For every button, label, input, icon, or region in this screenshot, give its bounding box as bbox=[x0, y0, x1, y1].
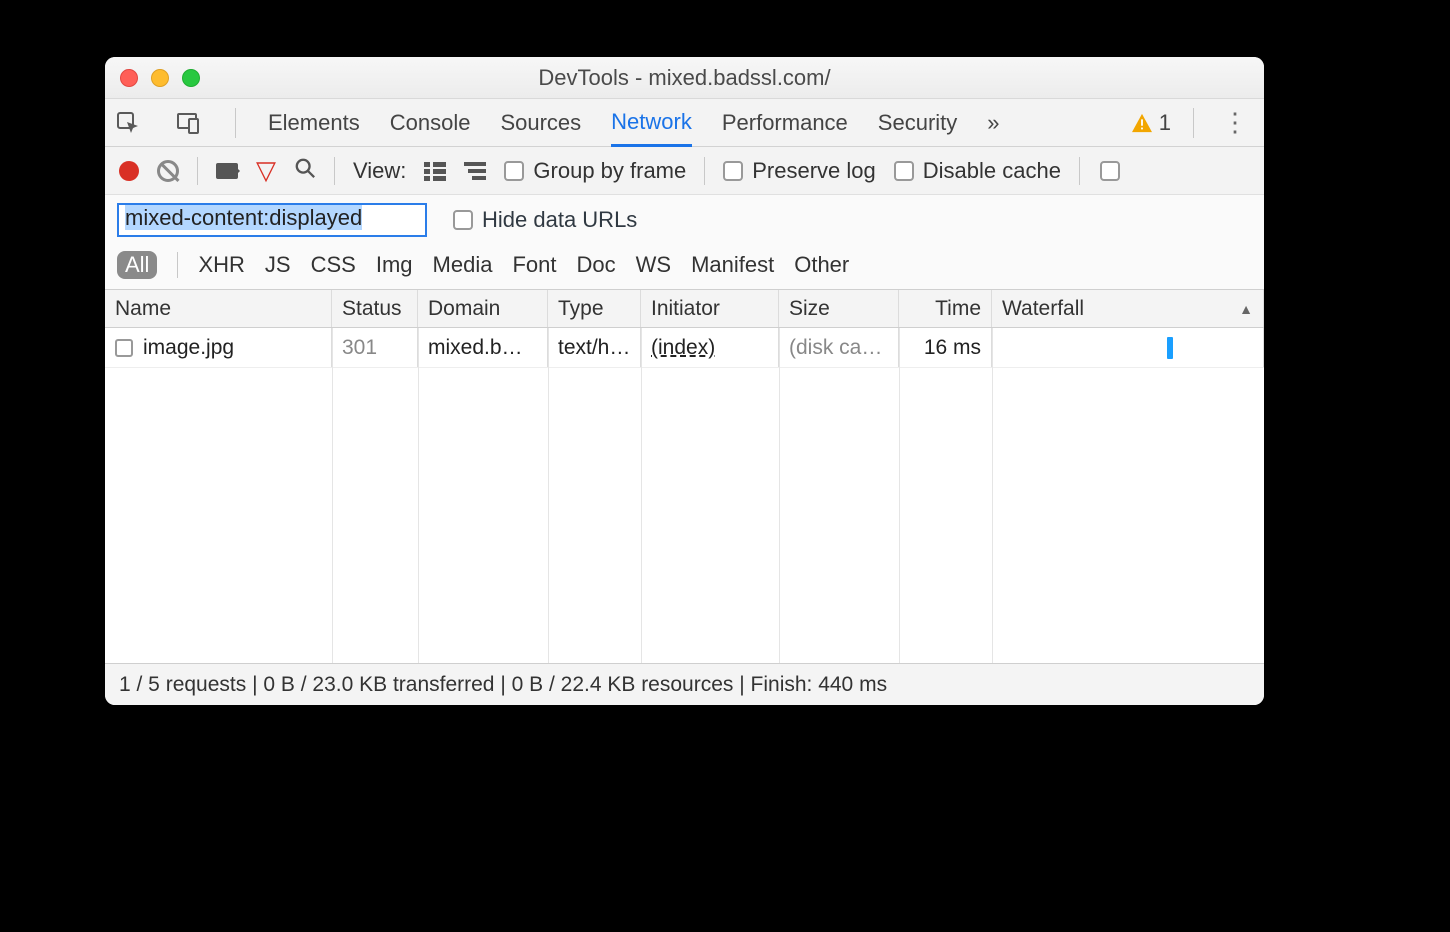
file-icon bbox=[115, 339, 133, 357]
offline-checkbox[interactable] bbox=[1100, 161, 1120, 181]
window-controls bbox=[105, 69, 200, 87]
filter-value: mixed-content:displayed bbox=[125, 205, 362, 230]
network-toolbar: ▽ View: Group by frame Preserve log Disa… bbox=[105, 147, 1264, 195]
warning-icon bbox=[1131, 113, 1153, 133]
window-titlebar: DevTools - mixed.badssl.com/ bbox=[105, 57, 1264, 99]
panel-tab-bar: Elements Console Sources Network Perform… bbox=[105, 99, 1264, 147]
filter-img[interactable]: Img bbox=[376, 252, 413, 278]
col-initiator-header[interactable]: Initiator bbox=[641, 290, 779, 327]
search-icon[interactable] bbox=[294, 157, 316, 185]
filter-input[interactable]: mixed-content:displayed bbox=[117, 203, 427, 237]
hide-data-urls-checkbox[interactable]: Hide data URLs bbox=[453, 207, 637, 233]
minimize-window-button[interactable] bbox=[151, 69, 169, 87]
cell-waterfall bbox=[992, 328, 1264, 367]
devtools-window: DevTools - mixed.badssl.com/ Elements Co… bbox=[105, 57, 1264, 705]
col-type-header[interactable]: Type bbox=[548, 290, 641, 327]
col-domain-header[interactable]: Domain bbox=[418, 290, 548, 327]
col-name-header[interactable]: Name bbox=[105, 290, 332, 327]
tabs-overflow-button[interactable]: » bbox=[987, 101, 999, 145]
cell-status: 301 bbox=[332, 328, 418, 367]
view-label: View: bbox=[353, 158, 406, 184]
status-text: 1 / 5 requests | 0 B / 23.0 KB transferr… bbox=[119, 673, 887, 697]
col-waterfall-header[interactable]: Waterfall ▲ bbox=[992, 290, 1264, 327]
cell-time: 16 ms bbox=[899, 328, 992, 367]
filter-media[interactable]: Media bbox=[433, 252, 493, 278]
preserve-log-label: Preserve log bbox=[752, 158, 876, 184]
disable-cache-checkbox[interactable]: Disable cache bbox=[894, 158, 1061, 184]
waterfall-bar bbox=[1167, 337, 1173, 359]
filter-ws[interactable]: WS bbox=[636, 252, 671, 278]
tab-security[interactable]: Security bbox=[878, 101, 957, 145]
separator bbox=[197, 157, 198, 185]
tab-elements[interactable]: Elements bbox=[268, 101, 360, 145]
toggle-device-toolbar-icon[interactable] bbox=[173, 108, 203, 138]
cell-domain: mixed.b… bbox=[418, 328, 548, 367]
filter-xhr[interactable]: XHR bbox=[198, 252, 244, 278]
separator bbox=[177, 252, 178, 278]
separator bbox=[1193, 108, 1194, 138]
table-body: image.jpg 301 mixed.b… text/h… (index) (… bbox=[105, 328, 1264, 663]
filter-toggle-icon[interactable]: ▽ bbox=[256, 155, 276, 186]
disable-cache-label: Disable cache bbox=[923, 158, 1061, 184]
group-by-frame-checkbox[interactable]: Group by frame bbox=[504, 158, 686, 184]
status-bar: 1 / 5 requests | 0 B / 23.0 KB transferr… bbox=[105, 663, 1264, 705]
checkbox-icon bbox=[723, 161, 743, 181]
preserve-log-checkbox[interactable]: Preserve log bbox=[723, 158, 876, 184]
tab-network[interactable]: Network bbox=[611, 100, 692, 147]
grid-lines bbox=[105, 328, 1264, 663]
cell-type: text/h… bbox=[548, 328, 641, 367]
separator bbox=[235, 108, 236, 138]
close-window-button[interactable] bbox=[120, 69, 138, 87]
record-button[interactable] bbox=[119, 161, 139, 181]
filter-other[interactable]: Other bbox=[794, 252, 849, 278]
resource-type-filter: All XHR JS CSS Img Media Font Doc WS Man… bbox=[105, 245, 1264, 290]
table-header: Name Status Domain Type Initiator Size T… bbox=[105, 290, 1264, 328]
col-time-header[interactable]: Time bbox=[899, 290, 992, 327]
tab-console[interactable]: Console bbox=[390, 101, 471, 145]
request-row[interactable]: image.jpg 301 mixed.b… text/h… (index) (… bbox=[105, 328, 1264, 368]
cell-name: image.jpg bbox=[105, 328, 332, 367]
tab-performance[interactable]: Performance bbox=[722, 101, 848, 145]
overview-view-icon[interactable] bbox=[464, 162, 486, 180]
checkbox-icon bbox=[453, 210, 473, 230]
requests-table: Name Status Domain Type Initiator Size T… bbox=[105, 290, 1264, 663]
checkbox-icon bbox=[504, 161, 524, 181]
warnings-badge[interactable]: 1 bbox=[1131, 110, 1171, 136]
clear-button[interactable] bbox=[157, 160, 179, 182]
capture-screenshots-icon[interactable] bbox=[216, 163, 238, 179]
separator bbox=[704, 157, 705, 185]
window-title: DevTools - mixed.badssl.com/ bbox=[105, 65, 1264, 91]
separator bbox=[334, 157, 335, 185]
col-status-header[interactable]: Status bbox=[332, 290, 418, 327]
large-rows-view-icon[interactable] bbox=[424, 162, 446, 180]
filter-manifest[interactable]: Manifest bbox=[691, 252, 774, 278]
cell-size: (disk ca… bbox=[779, 328, 899, 367]
checkbox-icon bbox=[894, 161, 914, 181]
separator bbox=[1079, 157, 1080, 185]
filter-bar: mixed-content:displayed Hide data URLs bbox=[105, 195, 1264, 245]
request-name: image.jpg bbox=[143, 336, 234, 360]
filter-all[interactable]: All bbox=[117, 251, 157, 279]
warnings-count: 1 bbox=[1159, 110, 1171, 136]
inspect-element-icon[interactable] bbox=[113, 108, 143, 138]
group-by-frame-label: Group by frame bbox=[533, 158, 686, 184]
hide-data-urls-label: Hide data URLs bbox=[482, 207, 637, 233]
filter-js[interactable]: JS bbox=[265, 252, 291, 278]
filter-doc[interactable]: Doc bbox=[576, 252, 615, 278]
tab-sources[interactable]: Sources bbox=[500, 101, 581, 145]
zoom-window-button[interactable] bbox=[182, 69, 200, 87]
more-options-button[interactable]: ⋮ bbox=[1216, 107, 1254, 138]
sort-asc-icon: ▲ bbox=[1239, 301, 1253, 317]
col-waterfall-label: Waterfall bbox=[1002, 297, 1084, 321]
filter-css[interactable]: CSS bbox=[311, 252, 356, 278]
filter-font[interactable]: Font bbox=[512, 252, 556, 278]
cell-initiator[interactable]: (index) bbox=[641, 328, 779, 367]
col-size-header[interactable]: Size bbox=[779, 290, 899, 327]
